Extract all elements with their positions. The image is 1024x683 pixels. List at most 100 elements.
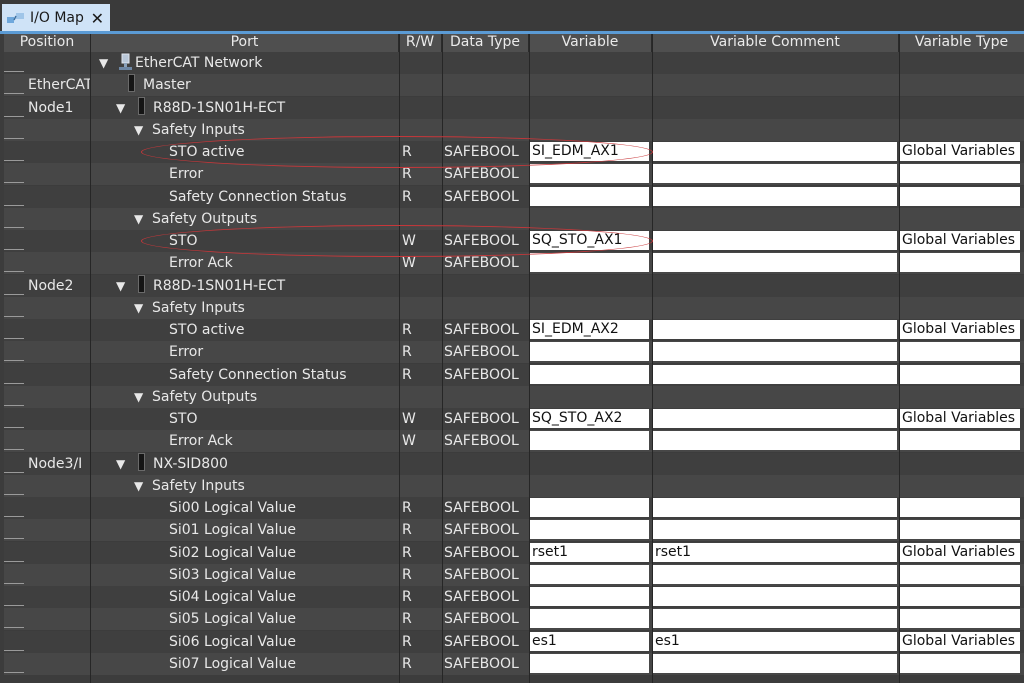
table-row[interactable]: Si05 Logical Value R SAFEBOOL <box>4 608 1024 630</box>
variable-field[interactable] <box>530 565 649 584</box>
variable-field[interactable] <box>530 654 649 673</box>
col-data-type[interactable]: Data Type <box>442 34 529 52</box>
variable-comment-field[interactable]: rset1 <box>653 543 897 562</box>
expand-triangle-icon[interactable]: ▼ <box>134 475 146 497</box>
table-row[interactable]: ▼ Safety Inputs <box>4 475 1024 497</box>
table-row[interactable]: Si02 Logical Value R SAFEBOOL rset1 rset1 Glo… <box>4 542 1024 564</box>
table-row[interactable]: Error Ack W SAFEBOOL <box>4 252 1024 274</box>
variable-type-field[interactable] <box>900 520 1020 539</box>
variable-field[interactable] <box>530 253 649 272</box>
expand-triangle-icon[interactable]: ▼ <box>116 453 128 475</box>
variable-type-field[interactable]: Global Variables <box>900 320 1020 339</box>
variable-comment-field[interactable] <box>653 164 897 183</box>
col-variable[interactable]: Variable <box>529 34 652 52</box>
col-port[interactable]: Port <box>91 34 399 52</box>
table-row[interactable]: Node2 ▼ R88D-1SN01H-ECT <box>4 275 1024 297</box>
variable-field[interactable] <box>530 187 649 206</box>
table-row[interactable]: EtherCAT Master <box>4 74 1024 96</box>
port-label: Error <box>169 344 204 360</box>
table-row[interactable]: Si01 Logical Value R SAFEBOOL <box>4 519 1024 541</box>
variable-field[interactable]: rset1 <box>530 543 649 562</box>
close-icon[interactable]: ✕ <box>91 9 104 28</box>
variable-comment-field[interactable] <box>653 431 897 450</box>
variable-comment-field[interactable] <box>653 565 897 584</box>
table-row[interactable]: STO W SAFEBOOL SQ_STO_AX2 Global Variables <box>4 408 1024 430</box>
table-row[interactable]: Safety Connection Status R SAFEBOOL <box>4 364 1024 386</box>
table-row[interactable]: Si04 Logical Value R SAFEBOOL <box>4 586 1024 608</box>
variable-comment-field[interactable] <box>653 187 897 206</box>
variable-comment-field[interactable] <box>653 654 897 673</box>
variable-type-field[interactable] <box>900 431 1020 450</box>
variable-type-field[interactable] <box>900 253 1020 272</box>
variable-type-field[interactable] <box>900 187 1020 206</box>
table-row[interactable]: ▼ Safety Inputs <box>4 297 1024 319</box>
col-rw[interactable]: R/W <box>399 34 442 52</box>
tab-io-map[interactable]: I/O Map ✕ <box>2 4 110 32</box>
variable-comment-field[interactable] <box>653 587 897 606</box>
variable-comment-field[interactable]: es1 <box>653 632 897 651</box>
col-variable-type[interactable]: Variable Type <box>899 34 1024 52</box>
variable-type-field[interactable] <box>900 365 1020 384</box>
variable-type-field[interactable]: Global Variables <box>900 632 1020 651</box>
variable-type-field[interactable]: Global Variables <box>900 142 1020 161</box>
col-variable-comment[interactable]: Variable Comment <box>652 34 899 52</box>
table-row[interactable]: Node1 ▼ R88D-1SN01H-ECT <box>4 97 1024 119</box>
expand-triangle-icon[interactable]: ▼ <box>99 52 111 74</box>
variable-type-field[interactable] <box>900 565 1020 584</box>
table-row[interactable]: Error R SAFEBOOL <box>4 341 1024 363</box>
table-row[interactable]: Safety Connection Status R SAFEBOOL <box>4 186 1024 208</box>
table-row[interactable]: Si06 Logical Value R SAFEBOOL es1 es1 Global … <box>4 631 1024 653</box>
rw-cell: R <box>402 500 412 516</box>
expand-triangle-icon[interactable]: ▼ <box>116 275 128 297</box>
variable-field[interactable] <box>530 431 649 450</box>
variable-comment-field[interactable] <box>653 520 897 539</box>
variable-comment-field[interactable] <box>653 320 897 339</box>
variable-field[interactable] <box>530 520 649 539</box>
variable-comment-field[interactable] <box>653 342 897 361</box>
variable-type-field[interactable] <box>900 342 1020 361</box>
table-row[interactable]: Error Ack W SAFEBOOL <box>4 430 1024 452</box>
variable-comment-field[interactable] <box>653 142 897 161</box>
variable-comment-field[interactable] <box>653 498 897 517</box>
variable-type-field[interactable] <box>900 654 1020 673</box>
table-row[interactable]: Error R SAFEBOOL <box>4 163 1024 185</box>
variable-field[interactable]: es1 <box>530 632 649 651</box>
table-row[interactable]: ▼ Safety Outputs <box>4 386 1024 408</box>
variable-comment-field[interactable] <box>653 609 897 628</box>
variable-comment-field[interactable] <box>653 231 897 250</box>
table-row[interactable]: ▼ EtherCAT Network <box>4 52 1024 74</box>
table-row[interactable]: Node3/I ▼ NX-SID800 <box>4 453 1024 475</box>
expand-triangle-icon[interactable]: ▼ <box>116 97 128 119</box>
variable-field[interactable] <box>530 342 649 361</box>
port-cell: Si04 Logical Value <box>169 586 296 608</box>
port-cell: Si00 Logical Value <box>169 497 296 519</box>
variable-field[interactable]: SI_EDM_AX2 <box>530 320 649 339</box>
table-row[interactable]: Si03 Logical Value R SAFEBOOL <box>4 564 1024 586</box>
variable-type-field[interactable] <box>900 587 1020 606</box>
variable-field[interactable] <box>530 365 649 384</box>
variable-field[interactable] <box>530 609 649 628</box>
variable-field[interactable] <box>530 587 649 606</box>
expand-triangle-icon[interactable]: ▼ <box>134 119 146 141</box>
variable-type-field[interactable]: Global Variables <box>900 409 1020 428</box>
expand-triangle-icon[interactable]: ▼ <box>134 386 146 408</box>
variable-type-field[interactable] <box>900 164 1020 183</box>
variable-comment-field[interactable] <box>653 253 897 272</box>
variable-type-field[interactable] <box>900 609 1020 628</box>
expand-triangle-icon[interactable]: ▼ <box>134 208 146 230</box>
variable-comment-field[interactable] <box>653 365 897 384</box>
col-position[interactable]: Position <box>4 34 91 52</box>
variable-comment-field[interactable] <box>653 409 897 428</box>
variable-type-field[interactable] <box>900 498 1020 517</box>
expand-triangle-icon[interactable]: ▼ <box>134 297 146 319</box>
variable-type-field[interactable]: Global Variables <box>900 543 1020 562</box>
position-cell <box>28 208 90 230</box>
variable-field[interactable] <box>530 164 649 183</box>
table-row[interactable]: Si00 Logical Value R SAFEBOOL <box>4 497 1024 519</box>
variable-field[interactable]: SQ_STO_AX2 <box>530 409 649 428</box>
variable-type-field[interactable]: Global Variables <box>900 231 1020 250</box>
position-cell: Node3/I <box>28 456 83 472</box>
variable-field[interactable] <box>530 498 649 517</box>
table-row[interactable]: STO active R SAFEBOOL SI_EDM_AX2 Global Vari… <box>4 319 1024 341</box>
table-row[interactable]: Si07 Logical Value R SAFEBOOL <box>4 653 1024 675</box>
